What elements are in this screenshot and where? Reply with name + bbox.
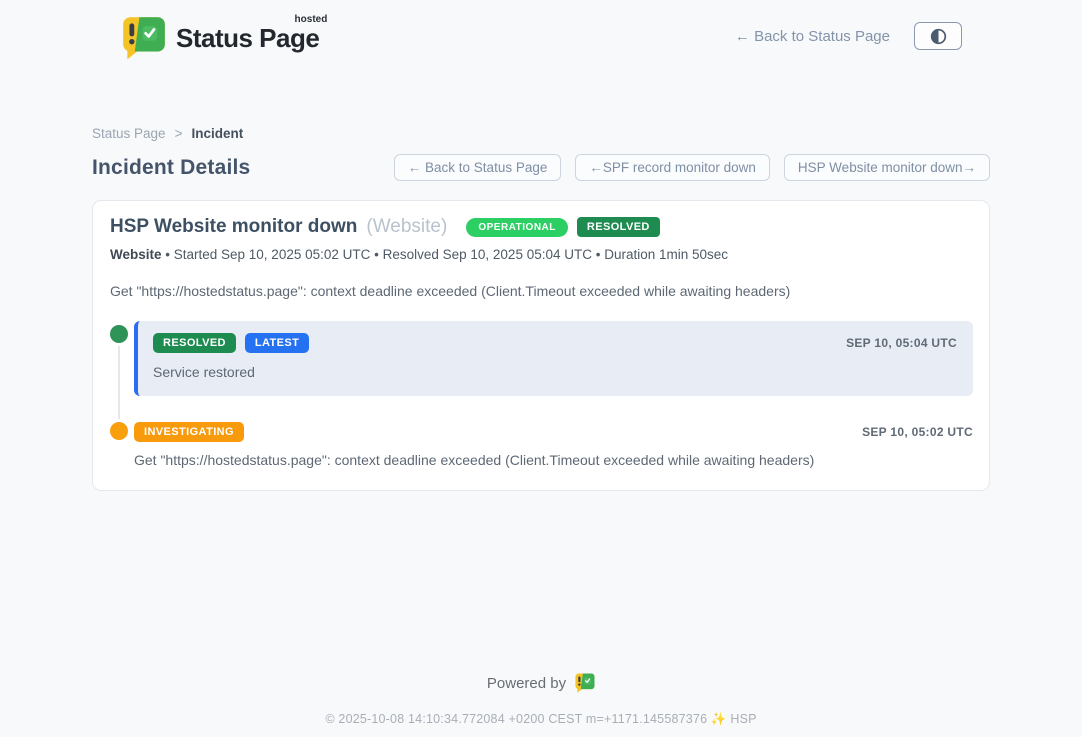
timeline-timestamp: SEP 10, 05:02 UTC bbox=[862, 425, 973, 439]
timeline-message: Get "https://hostedstatus.page": context… bbox=[134, 452, 973, 468]
incident-nav-buttons: ← Back to Status Page ←SPF record monito… bbox=[394, 154, 990, 181]
incident-description: Get "https://hostedstatus.page": context… bbox=[110, 283, 973, 299]
incident-timeline: RESOLVED LATEST SEP 10, 05:04 UTC Servic… bbox=[110, 321, 973, 468]
timeline-dot-resolved-icon bbox=[110, 325, 128, 343]
breadcrumb-status-page[interactable]: Status Page bbox=[92, 126, 166, 141]
incident-title: HSP Website monitor down bbox=[110, 216, 357, 238]
brand-name: Status Page hosted bbox=[176, 23, 319, 54]
back-to-status-page-link[interactable]: ← Back to Status Page bbox=[735, 28, 890, 45]
prev-incident-button[interactable]: ←SPF record monitor down bbox=[575, 154, 770, 181]
timeline-event-box: RESOLVED LATEST SEP 10, 05:04 UTC Servic… bbox=[134, 321, 973, 396]
brand-icon bbox=[120, 14, 166, 62]
resolved-badge: RESOLVED bbox=[153, 333, 236, 353]
footer: Powered by © 2025-10-08 14:10:34.772084 … bbox=[92, 672, 990, 727]
incident-card: HSP Website monitor down (Website) OPERA… bbox=[92, 200, 990, 491]
back-to-status-page-button[interactable]: ← Back to Status Page bbox=[394, 154, 562, 181]
breadcrumb-incident: Incident bbox=[191, 126, 243, 141]
incident-component: (Website) bbox=[366, 216, 447, 238]
powered-by-link[interactable]: Powered by bbox=[487, 672, 595, 694]
brand-logo[interactable]: Status Page hosted bbox=[120, 14, 319, 62]
powered-by-label: Powered by bbox=[487, 675, 566, 692]
incident-meta: Website • Started Sep 10, 2025 05:02 UTC… bbox=[110, 247, 973, 262]
heading-row: Incident Details ← Back to Status Page ←… bbox=[92, 154, 990, 181]
timeline-dot-investigating-icon bbox=[110, 422, 128, 440]
resolved-state-badge: RESOLVED bbox=[577, 217, 660, 237]
next-incident-button[interactable]: HSP Website monitor down→ bbox=[784, 154, 990, 181]
latest-badge: LATEST bbox=[245, 333, 309, 353]
timeline-event-resolved: RESOLVED LATEST SEP 10, 05:04 UTC Servic… bbox=[110, 321, 973, 396]
investigating-badge: INVESTIGATING bbox=[134, 422, 244, 442]
timeline-timestamp: SEP 10, 05:04 UTC bbox=[846, 336, 957, 350]
theme-toggle-button[interactable] bbox=[914, 22, 962, 50]
contrast-icon bbox=[930, 28, 947, 45]
breadcrumb: Status Page > Incident bbox=[92, 126, 990, 141]
copyright-text: © 2025-10-08 14:10:34.772084 +0200 CEST … bbox=[92, 712, 990, 727]
breadcrumb-separator: > bbox=[175, 126, 183, 141]
timeline-event-investigating: INVESTIGATING SEP 10, 05:02 UTC Get "htt… bbox=[110, 420, 973, 468]
brand-superscript: hosted bbox=[295, 14, 328, 25]
header: Status Page hosted ← Back to Status Page bbox=[92, 0, 990, 62]
page-title: Incident Details bbox=[92, 156, 250, 180]
meta-details: • Started Sep 10, 2025 05:02 UTC • Resol… bbox=[162, 247, 729, 262]
meta-component: Website bbox=[110, 247, 162, 262]
timeline-message: Service restored bbox=[153, 364, 957, 380]
operational-status-badge: OPERATIONAL bbox=[466, 218, 568, 237]
brand-icon-small bbox=[574, 672, 595, 694]
